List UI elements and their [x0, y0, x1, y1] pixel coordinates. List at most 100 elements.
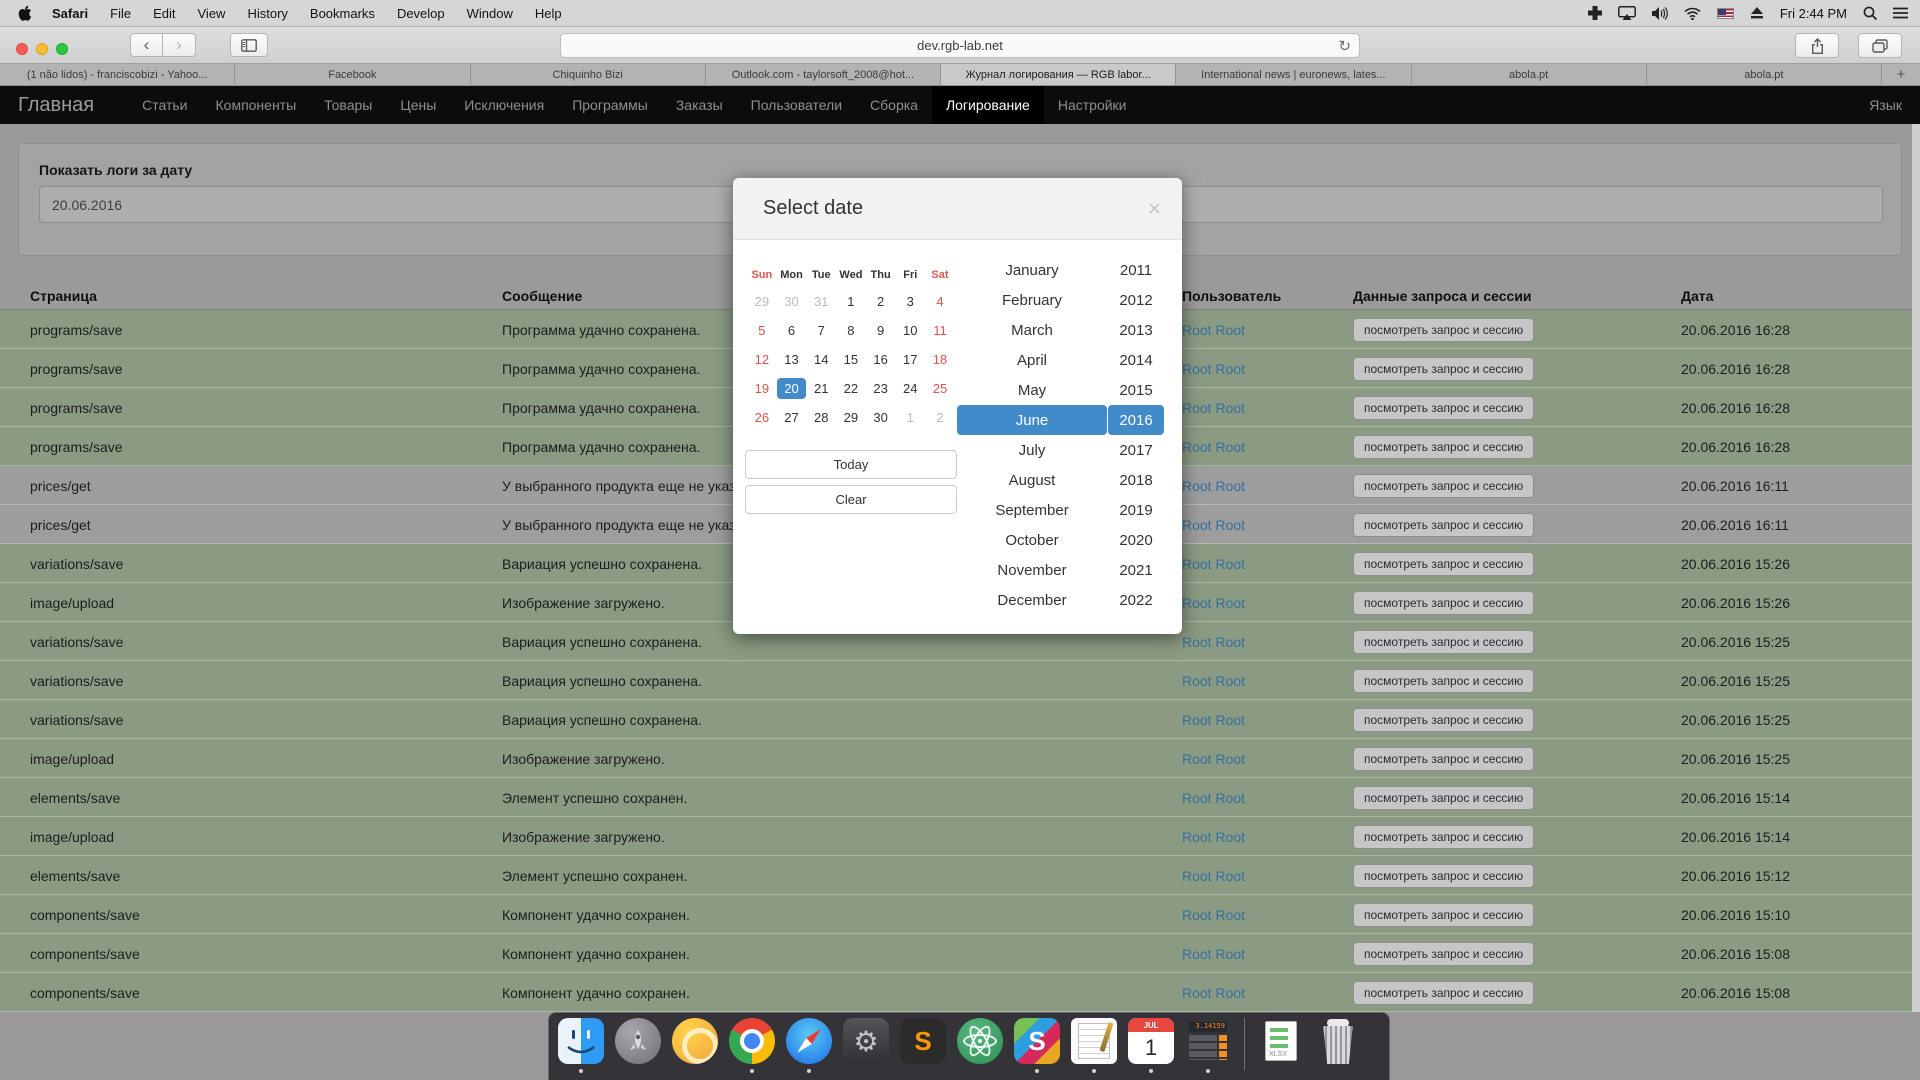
- calendar-day[interactable]: 23: [866, 374, 896, 403]
- view-request-session-button[interactable]: посмотреть запрос и сессию: [1353, 903, 1534, 927]
- calendar-day[interactable]: 14: [806, 345, 836, 374]
- year-option-2013[interactable]: 2013: [1108, 315, 1164, 345]
- browser-tab-5[interactable]: Журнал логирования — RGB labor...: [941, 64, 1176, 85]
- calendar-day[interactable]: 15: [836, 345, 866, 374]
- calendar-day[interactable]: 21: [806, 374, 836, 403]
- year-option-2011[interactable]: 2011: [1108, 255, 1164, 285]
- nav-brand-home[interactable]: Главная: [18, 94, 94, 117]
- calendar-day[interactable]: 1: [836, 287, 866, 316]
- volume-icon[interactable]: [1652, 7, 1668, 20]
- month-option-april[interactable]: April: [957, 345, 1107, 375]
- dock-sublime-text-icon[interactable]: S: [900, 1018, 946, 1064]
- menu-clock[interactable]: Fri 2:44 PM: [1780, 6, 1847, 21]
- calendar-day[interactable]: 2: [866, 287, 896, 316]
- browser-tab-2[interactable]: Facebook: [235, 64, 470, 85]
- nav-item-сборка[interactable]: Сборка: [856, 86, 932, 124]
- nav-item-пользователи[interactable]: Пользователи: [737, 86, 856, 124]
- calendar-day[interactable]: 6: [777, 316, 807, 345]
- year-option-2022[interactable]: 2022: [1108, 585, 1164, 615]
- dock-system-preferences-icon[interactable]: ⚙: [843, 1018, 889, 1064]
- month-option-june[interactable]: June: [957, 405, 1107, 435]
- view-request-session-button[interactable]: посмотреть запрос и сессию: [1353, 825, 1534, 849]
- calendar-day[interactable]: 11: [925, 316, 955, 345]
- menu-item-help[interactable]: Help: [535, 6, 562, 21]
- nav-item-товары[interactable]: Товары: [310, 86, 386, 124]
- menu-item-develop[interactable]: Develop: [397, 6, 445, 21]
- spotlight-search-icon[interactable]: [1863, 6, 1877, 20]
- calendar-day[interactable]: 2: [925, 403, 955, 432]
- nav-item-настройки[interactable]: Настройки: [1044, 86, 1141, 124]
- view-request-session-button[interactable]: посмотреть запрос и сессию: [1353, 981, 1534, 1005]
- year-option-2012[interactable]: 2012: [1108, 285, 1164, 315]
- calendar-day[interactable]: 29: [747, 287, 777, 316]
- browser-tab-4[interactable]: Outlook.com - taylorsoft_2008@hot...: [706, 64, 941, 85]
- nav-item-компоненты[interactable]: Компоненты: [202, 86, 311, 124]
- sidebar-toggle-button[interactable]: [230, 33, 268, 57]
- year-option-2019[interactable]: 2019: [1108, 495, 1164, 525]
- view-request-session-button[interactable]: посмотреть запрос и сессию: [1353, 630, 1534, 654]
- notification-center-icon[interactable]: [1893, 7, 1908, 19]
- calendar-day[interactable]: 13: [777, 345, 807, 374]
- browser-tab-3[interactable]: Chiquinho Bizi: [471, 64, 706, 85]
- user-link[interactable]: Root Root: [1182, 517, 1245, 533]
- user-link[interactable]: Root Root: [1182, 790, 1245, 806]
- calendar-day[interactable]: 25: [925, 374, 955, 403]
- menu-item-safari[interactable]: Safari: [52, 6, 88, 21]
- nav-item-программы[interactable]: Программы: [558, 86, 662, 124]
- year-option-2014[interactable]: 2014: [1108, 345, 1164, 375]
- reload-icon[interactable]: ↻: [1338, 37, 1351, 55]
- eject-icon[interactable]: [1750, 7, 1764, 19]
- clear-button[interactable]: Clear: [745, 485, 957, 514]
- view-request-session-button[interactable]: посмотреть запрос и сессию: [1353, 396, 1534, 420]
- user-link[interactable]: Root Root: [1182, 946, 1245, 962]
- menu-item-file[interactable]: File: [110, 6, 131, 21]
- calendar-day-selected[interactable]: 20: [777, 374, 807, 403]
- nav-item-заказы[interactable]: Заказы: [662, 86, 737, 124]
- calendar-day[interactable]: 12: [747, 345, 777, 374]
- month-option-november[interactable]: November: [957, 555, 1107, 585]
- apple-menu-icon[interactable]: [18, 5, 32, 21]
- input-language-flag-icon[interactable]: [1717, 8, 1734, 19]
- view-request-session-button[interactable]: посмотреть запрос и сессию: [1353, 357, 1534, 381]
- month-option-february[interactable]: February: [957, 285, 1107, 315]
- menu-item-edit[interactable]: Edit: [153, 6, 175, 21]
- month-option-july[interactable]: July: [957, 435, 1107, 465]
- user-link[interactable]: Root Root: [1182, 361, 1245, 377]
- month-option-december[interactable]: December: [957, 585, 1107, 615]
- wifi-icon[interactable]: [1684, 7, 1701, 20]
- view-request-session-button[interactable]: посмотреть запрос и сессию: [1353, 708, 1534, 732]
- calendar-day[interactable]: 7: [806, 316, 836, 345]
- zoom-window-button[interactable]: [56, 43, 68, 55]
- nav-item-language[interactable]: Язык: [1869, 97, 1902, 113]
- user-link[interactable]: Root Root: [1182, 712, 1245, 728]
- user-link[interactable]: Root Root: [1182, 673, 1245, 689]
- user-link[interactable]: Root Root: [1182, 868, 1245, 884]
- dock-xlsx-file-icon[interactable]: XLSX: [1258, 1018, 1304, 1064]
- page-scrollbar[interactable]: [1912, 124, 1920, 1012]
- browser-tab-8[interactable]: abola.pt: [1647, 64, 1882, 85]
- user-link[interactable]: Root Root: [1182, 478, 1245, 494]
- month-option-october[interactable]: October: [957, 525, 1107, 555]
- minimize-window-button[interactable]: [36, 43, 48, 55]
- calendar-day[interactable]: 30: [866, 403, 896, 432]
- browser-tab-7[interactable]: abola.pt: [1412, 64, 1647, 85]
- user-link[interactable]: Root Root: [1182, 751, 1245, 767]
- month-option-march[interactable]: March: [957, 315, 1107, 345]
- month-option-september[interactable]: September: [957, 495, 1107, 525]
- year-option-2017[interactable]: 2017: [1108, 435, 1164, 465]
- dock-atom-icon[interactable]: [957, 1018, 1003, 1064]
- calendar-day[interactable]: 31: [806, 287, 836, 316]
- calendar-day[interactable]: 9: [866, 316, 896, 345]
- view-request-session-button[interactable]: посмотреть запрос и сессию: [1353, 513, 1534, 537]
- user-link[interactable]: Root Root: [1182, 556, 1245, 572]
- close-icon[interactable]: ×: [1147, 198, 1162, 219]
- nav-item-цены[interactable]: Цены: [386, 86, 450, 124]
- calendar-day[interactable]: 29: [836, 403, 866, 432]
- user-link[interactable]: Root Root: [1182, 634, 1245, 650]
- show-all-tabs-button[interactable]: [1858, 33, 1902, 58]
- year-option-2018[interactable]: 2018: [1108, 465, 1164, 495]
- calendar-day[interactable]: 26: [747, 403, 777, 432]
- nav-item-статьи[interactable]: Статьи: [128, 86, 201, 124]
- view-request-session-button[interactable]: посмотреть запрос и сессию: [1353, 786, 1534, 810]
- user-link[interactable]: Root Root: [1182, 400, 1245, 416]
